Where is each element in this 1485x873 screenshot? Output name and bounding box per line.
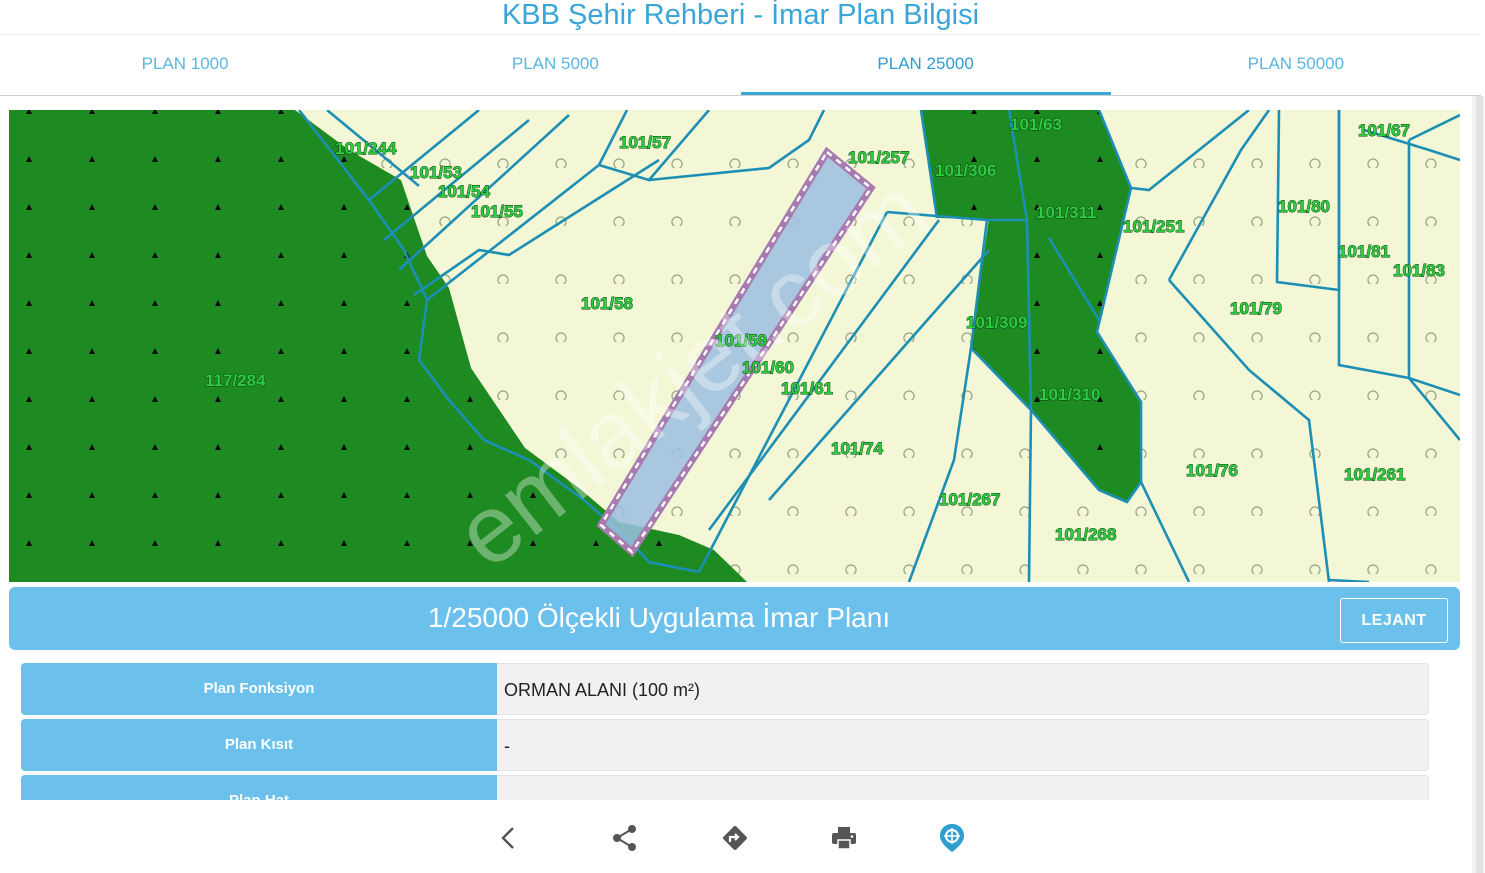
parcel-label: 101/63 bbox=[1010, 115, 1062, 134]
parcel-label: 101/306 bbox=[935, 161, 996, 180]
parcel-label: 101/74 bbox=[831, 439, 884, 458]
parcel-label: 117/284 bbox=[205, 371, 266, 390]
legend-button[interactable]: LEJANT bbox=[1340, 598, 1448, 643]
table-row: Plan Fonksiyon ORMAN ALANI (100 m²) bbox=[21, 663, 1429, 715]
parcel-label: 101/80 bbox=[1278, 197, 1330, 216]
map-canvas: 101/244 101/53 101/54 101/55 101/57 101/… bbox=[9, 110, 1460, 582]
back-icon bbox=[501, 827, 514, 849]
parcel-label: 101/57 bbox=[619, 133, 671, 152]
plan-header: 1/25000 Ölçekli Uygulama İmar Planı LEJA… bbox=[9, 587, 1460, 650]
parcel-label: 101/267 bbox=[939, 490, 1000, 509]
bottom-toolbar bbox=[0, 800, 1472, 873]
parcel-label: 101/54 bbox=[438, 182, 491, 201]
info-label: Plan Fonksiyon bbox=[21, 663, 497, 715]
print-icon bbox=[832, 827, 856, 850]
plan-info-table: Plan Fonksiyon ORMAN ALANI (100 m²) Plan… bbox=[21, 663, 1429, 800]
plan-tabs: PLAN 1000 PLAN 5000 PLAN 25000 PLAN 5000… bbox=[0, 35, 1481, 96]
parcel-label: 101/311 bbox=[1036, 203, 1097, 222]
info-value: - bbox=[497, 719, 1429, 771]
plan-map[interactable]: 101/244 101/53 101/54 101/55 101/57 101/… bbox=[9, 110, 1460, 582]
parcel-label: 101/67 bbox=[1358, 121, 1410, 140]
parcel-label: 101/310 bbox=[1039, 385, 1100, 404]
parcel-label: 101/261 bbox=[1344, 465, 1405, 484]
tab-plan-25000[interactable]: PLAN 25000 bbox=[740, 35, 1111, 95]
tab-plan-50000[interactable]: PLAN 50000 bbox=[1111, 35, 1481, 95]
parcel-label: 101/268 bbox=[1055, 525, 1116, 544]
parcel-label: 101/79 bbox=[1230, 299, 1282, 318]
parcel-label: 101/61 bbox=[781, 379, 833, 398]
info-value: ORMAN ALANI (100 m²) bbox=[497, 663, 1429, 715]
parcel-label: 101/309 bbox=[966, 313, 1027, 332]
parcel-label: 101/244 bbox=[335, 139, 397, 158]
app-title: KBB Şehir Rehberi - İmar Plan Bilgisi bbox=[0, 0, 1481, 35]
tab-plan-1000[interactable]: PLAN 1000 bbox=[0, 35, 370, 95]
scrollbar-thumb[interactable] bbox=[1476, 96, 1483, 873]
location-button[interactable] bbox=[934, 820, 970, 856]
info-value bbox=[497, 775, 1429, 800]
share-icon bbox=[613, 825, 636, 851]
directions-icon bbox=[723, 826, 747, 850]
back-button[interactable] bbox=[491, 820, 527, 856]
table-row: Plan Hat bbox=[21, 775, 1429, 800]
location-icon bbox=[940, 824, 964, 852]
info-label: Plan Kısıt bbox=[21, 719, 497, 771]
parcel-label: 101/83 bbox=[1393, 261, 1445, 280]
print-button[interactable] bbox=[826, 820, 862, 856]
plan-title: 1/25000 Ölçekli Uygulama İmar Planı bbox=[427, 602, 891, 633]
table-row: Plan Kısıt - bbox=[21, 719, 1429, 771]
parcel-label: 101/81 bbox=[1338, 242, 1390, 261]
parcel-label: 101/53 bbox=[410, 163, 462, 182]
info-label: Plan Hat bbox=[21, 775, 497, 800]
parcel-label: 101/58 bbox=[581, 294, 633, 313]
directions-button[interactable] bbox=[717, 820, 753, 856]
share-button[interactable] bbox=[607, 820, 643, 856]
tab-plan-5000[interactable]: PLAN 5000 bbox=[370, 35, 740, 95]
parcel-label: 101/55 bbox=[471, 202, 523, 221]
parcel-label: 101/76 bbox=[1186, 461, 1238, 480]
parcel-label: 101/251 bbox=[1123, 217, 1184, 236]
